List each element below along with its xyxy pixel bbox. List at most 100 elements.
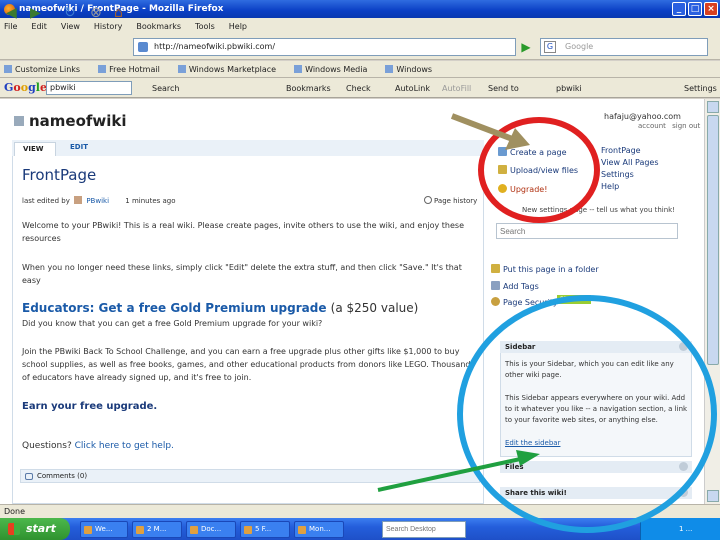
scroll-up-icon[interactable] (707, 101, 719, 113)
user-email: hafaju@yahoo.com (604, 112, 681, 121)
window-title-bar: nameofwiki / FrontPage - Mozilla Firefox… (0, 0, 720, 18)
put-in-folder-link[interactable]: Put this page in a folder (491, 264, 599, 274)
earn-upgrade-link[interactable]: Earn your free upgrade. (22, 401, 157, 412)
account-link[interactable]: account (638, 122, 666, 130)
comments-bar[interactable]: Comments (0) (20, 469, 480, 483)
bookmark-free-hotmail[interactable]: Free Hotmail (98, 65, 160, 74)
url-text: http://nameofwiki.pbwiki.com/ (154, 42, 276, 51)
google-icon: G (544, 41, 556, 53)
premium-question-paragraph: Did you know that you can get a free Gol… (22, 319, 323, 328)
collapse-icon[interactable] (679, 462, 688, 471)
collapse-icon[interactable] (679, 342, 688, 351)
page-history-link[interactable]: Page history (424, 196, 477, 205)
search-input[interactable]: G Google (540, 38, 708, 56)
scroll-down-icon[interactable] (707, 490, 719, 502)
google-autofill-button[interactable]: AutoFill (442, 84, 471, 93)
new-page-icon (498, 147, 507, 156)
menu-bar: File Edit View History Bookmarks Tools H… (0, 18, 720, 34)
page-title: FrontPage (22, 166, 97, 184)
taskbar-item[interactable]: Mon... (294, 521, 344, 538)
edit-sidebar-link[interactable]: Edit the sidebar (505, 438, 689, 449)
nav-settings-link[interactable]: Settings (601, 170, 634, 179)
folder-icon (498, 165, 507, 174)
taskbar-item[interactable]: Doc... (186, 521, 236, 538)
wiki-name[interactable]: nameofwiki (14, 112, 127, 130)
reload-icon[interactable]: ↻ (64, 4, 76, 22)
system-tray: 1 ... (640, 518, 720, 540)
educators-link[interactable]: Educators: Get a free Gold Premium upgra… (22, 301, 326, 315)
google-settings-button[interactable]: Settings (684, 84, 717, 93)
key-icon (491, 297, 500, 306)
menu-bookmarks[interactable]: Bookmarks (136, 22, 181, 31)
url-input[interactable]: http://nameofwiki.pbwiki.com/ (133, 38, 516, 56)
taskbar-item[interactable]: 2 M... (132, 521, 182, 538)
google-logo: Google (4, 81, 47, 94)
menu-edit[interactable]: Edit (31, 22, 47, 31)
taskbar-item[interactable]: We... (80, 521, 128, 538)
upgrade-link[interactable]: Upgrade! (498, 184, 547, 194)
maximize-button[interactable]: □ (688, 2, 702, 16)
instructions-paragraph: When you no longer need these links, sim… (22, 263, 462, 285)
menu-file[interactable]: File (4, 22, 17, 31)
create-page-link[interactable]: Create a page (498, 147, 567, 157)
menu-help[interactable]: Help (229, 22, 247, 31)
comment-icon (25, 473, 33, 480)
google-autolink-button[interactable]: AutoLink (395, 84, 430, 93)
stop-icon[interactable]: ⊗ (90, 4, 102, 22)
go-icon[interactable]: ▶ (518, 39, 534, 55)
welcome-paragraph: Welcome to your PBwiki! This is a real w… (22, 221, 465, 243)
account-links: account sign out (638, 122, 700, 130)
bookmark-windows[interactable]: Windows (385, 65, 432, 74)
google-search-button[interactable]: Search (152, 84, 179, 93)
educators-heading: Educators: Get a free Gold Premium upgra… (22, 301, 419, 315)
sidebar-text-2: This Sidebar appears everywhere on your … (505, 394, 688, 424)
tab-view[interactable]: VIEW (14, 142, 56, 156)
get-help-link[interactable]: Click here to get help. (75, 441, 174, 451)
questions-line: Questions? Click here to get help. (22, 441, 174, 451)
star-icon (498, 184, 507, 193)
nav-view-all-link[interactable]: View All Pages (601, 158, 659, 167)
back-icon[interactable]: ◀ (6, 4, 17, 22)
google-send-to-button[interactable]: Send to (488, 84, 519, 93)
tab-edit[interactable]: EDIT (70, 143, 88, 151)
bookmark-windows-media[interactable]: Windows Media (294, 65, 367, 74)
page-security-link[interactable]: Page Security (491, 297, 558, 307)
challenge-paragraph: Join the PBwiki Back To School Challenge… (22, 347, 475, 382)
minimize-button[interactable]: _ (672, 2, 686, 16)
home-icon[interactable]: ⌂ (114, 4, 123, 22)
clock-icon (424, 196, 432, 204)
forward-icon[interactable]: ▶ (30, 4, 41, 22)
sign-out-link[interactable]: sign out (672, 122, 700, 130)
scroll-thumb[interactable] (707, 115, 719, 365)
nav-help-link[interactable]: Help (601, 182, 619, 191)
user-avatar-icon (74, 196, 83, 204)
google-pbwiki-button[interactable]: pbwiki (556, 84, 582, 93)
menu-history[interactable]: History (94, 22, 122, 31)
wiki-search-input[interactable] (496, 223, 678, 239)
bookmark-customize-links[interactable]: Customize Links (4, 65, 80, 74)
collapse-icon[interactable] (679, 488, 688, 497)
google-toolbar-input[interactable]: pbwiki (46, 81, 132, 95)
start-button[interactable]: start (0, 518, 70, 540)
folder-icon (491, 264, 500, 273)
files-header[interactable]: Files (500, 461, 692, 473)
google-check-button[interactable]: Check (346, 84, 371, 93)
feedback-link[interactable]: New settings page -- tell us what you th… (522, 206, 675, 214)
taskbar-item[interactable]: 5 F... (240, 521, 290, 538)
add-tags-link[interactable]: Add Tags (491, 281, 539, 291)
vertical-scrollbar[interactable] (704, 99, 720, 504)
sidebar-text-1: This is your Sidebar, which you can edit… (505, 360, 674, 379)
upload-files-link[interactable]: Upload/view files (498, 165, 578, 175)
bookmark-windows-marketplace[interactable]: Windows Marketplace (178, 65, 276, 74)
desktop-search-input[interactable] (382, 521, 466, 538)
sidebar-header: Sidebar (500, 341, 692, 353)
menu-view[interactable]: View (61, 22, 80, 31)
nav-frontpage-link[interactable]: FrontPage (601, 146, 641, 155)
status-bar: Done (0, 504, 720, 518)
last-edited-user[interactable]: PBwiki (86, 197, 109, 205)
tag-icon (491, 281, 500, 290)
menu-tools[interactable]: Tools (195, 22, 215, 31)
share-header[interactable]: Share this wiki! (500, 487, 692, 499)
google-bookmarks-button[interactable]: Bookmarks (286, 84, 331, 93)
close-button[interactable]: × (704, 2, 718, 16)
